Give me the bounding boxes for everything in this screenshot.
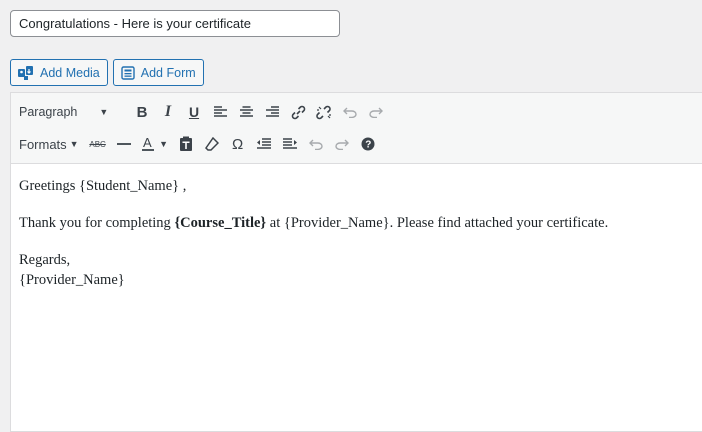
link-icon[interactable] [285,99,311,125]
clear-formatting-icon[interactable] [199,131,225,157]
special-character-icon[interactable]: Ω [225,131,251,157]
format-select-value: Paragraph [19,105,78,119]
svg-text:A: A [143,136,152,150]
redo-icon[interactable] [363,99,389,125]
toolbar-row-1: Paragraph ▼ B I U [11,99,389,125]
body-suffix: at {Provider_Name}. Please find attached… [266,215,609,231]
paste-text-icon[interactable] [173,131,199,157]
course-title: {Course_Title} [174,215,267,231]
form-icon [121,65,135,80]
svg-text:?: ? [365,140,371,151]
add-media-button[interactable]: Add Media [10,59,108,86]
indent-icon[interactable] [277,131,303,157]
align-left-icon[interactable] [207,99,233,125]
toolbar-row-2: Formats ▼ ABC A ▼ Ω ? [11,131,381,157]
chevron-down-icon: ▼ [99,107,109,117]
media-icon [18,65,34,80]
bold-icon[interactable]: B [129,99,155,125]
strikethrough-icon[interactable]: ABC [85,131,111,157]
undo-icon[interactable] [303,131,329,157]
outdent-icon[interactable] [251,131,277,157]
editor-toolbar: Paragraph ▼ B I U Formats ▼ ABC A ▼ Ω ? [11,93,702,164]
body-paragraph: Thank you for completing {Course_Title} … [19,213,702,233]
underline-icon[interactable]: U [181,99,207,125]
align-right-icon[interactable] [259,99,285,125]
add-form-label: Add Form [140,65,196,80]
chevron-down-icon: ▼ [69,139,79,149]
editor: Paragraph ▼ B I U Formats ▼ ABC A ▼ Ω ? … [10,92,702,432]
horizontal-line-icon[interactable] [111,131,137,157]
format-select[interactable]: Paragraph ▼ [11,99,129,125]
signature-line: {Provider_Name} [19,272,125,288]
redo-icon[interactable] [329,131,355,157]
regards-line: Regards, [19,252,71,268]
italic-icon[interactable]: I [155,99,181,125]
media-buttons: Add Media Add Form [10,59,204,86]
add-media-label: Add Media [40,65,100,80]
formats-label: Formats [19,136,67,152]
body-prefix: Thank you for completing [19,215,175,231]
add-form-button[interactable]: Add Form [112,59,204,86]
editor-content[interactable]: Greetings {Student_Name} , Thank you for… [11,164,702,302]
formats-dropdown[interactable]: Formats ▼ [11,131,85,157]
unlink-icon[interactable] [311,99,337,125]
align-center-icon[interactable] [233,99,259,125]
subject-input[interactable]: Congratulations - Here is your certifica… [10,10,340,37]
chevron-down-icon: ▼ [159,139,169,149]
undo-icon[interactable] [337,99,363,125]
text-color-icon[interactable]: A ▼ [137,131,173,157]
help-icon[interactable]: ? [355,131,381,157]
greeting-paragraph: Greetings {Student_Name} , [19,178,187,194]
